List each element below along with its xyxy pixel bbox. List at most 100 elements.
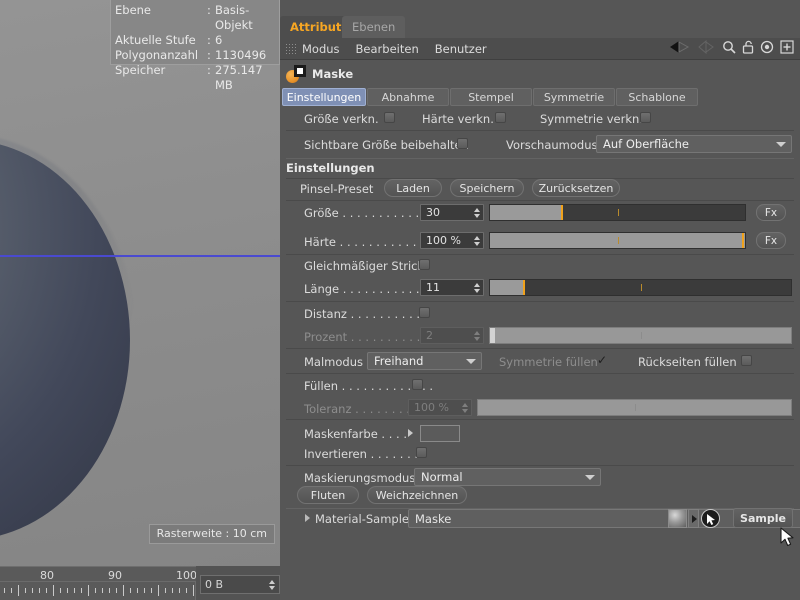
tab-einstellungen[interactable]: Einstellungen <box>282 88 366 106</box>
timeline-ruler[interactable]: 80 90 100 <box>0 566 196 600</box>
menu-benutzer[interactable]: Benutzer <box>435 42 487 56</box>
forward-arrow-icon[interactable] <box>696 39 716 57</box>
divider <box>286 200 794 201</box>
cursor-circle-icon[interactable] <box>701 509 720 528</box>
length-slider[interactable] <box>489 279 792 296</box>
tab-abnahme[interactable]: Abnahme <box>367 88 449 106</box>
size-label: Größe . . . . . . . . . . . . . <box>304 206 434 220</box>
symmetry-plane-line <box>0 255 280 257</box>
expand-arrow-icon[interactable] <box>408 429 413 437</box>
drag-grip-icon[interactable] <box>285 42 296 55</box>
menu-modus[interactable]: Modus <box>302 42 340 56</box>
preset-save-button[interactable]: Speichern <box>450 179 524 197</box>
tab-stempel[interactable]: Stempel <box>450 88 532 106</box>
fill-symmetry-checkmark-icon[interactable]: ✓ <box>597 354 607 366</box>
scene-info-overlay: Ebene : Basis-Objekt Aktuelle Stufe : 6 … <box>110 0 280 92</box>
preview-mode-label: Vorschaumodus <box>506 138 598 152</box>
divider <box>286 465 794 466</box>
info-row: Speicher : 275.147 MB <box>115 63 279 93</box>
plus-icon[interactable] <box>780 40 794 57</box>
ruler-ticks <box>0 585 196 597</box>
stepper-icon <box>473 330 480 342</box>
lock-icon[interactable] <box>742 40 754 57</box>
hardness-slider[interactable] <box>489 232 746 249</box>
length-input[interactable]: 11 <box>420 279 484 296</box>
preview-mode-dropdown[interactable]: Auf Oberfläche <box>596 135 792 153</box>
back-arrow-icon[interactable] <box>668 40 690 57</box>
panel-menu-bar: Modus Bearbeiten Benutzer <box>280 38 800 60</box>
hardness-label: Härte . . . . . . . . . . . . . <box>304 235 432 249</box>
ruler-label: 80 <box>40 569 54 582</box>
divider <box>286 158 794 159</box>
mask-mode-dropdown[interactable]: Normal <box>414 468 601 486</box>
info-sep: : <box>207 33 211 47</box>
info-key: Ebene <box>115 3 152 17</box>
blur-button[interactable]: Weichzeichnen <box>367 486 467 504</box>
preset-load-button[interactable]: Laden <box>384 179 442 197</box>
hardness-link-checkbox[interactable] <box>495 112 506 123</box>
fill-checkbox[interactable] <box>412 379 423 390</box>
material-expand-arrow-icon[interactable] <box>305 514 310 522</box>
menu-bearbeiten[interactable]: Bearbeiten <box>356 42 419 56</box>
target-icon[interactable] <box>760 40 774 57</box>
tab-schablone[interactable]: Schablone <box>616 88 698 106</box>
info-row: Polygonanzahl : 1130496 <box>115 48 279 63</box>
paint-mode-label: Malmodus <box>304 355 363 369</box>
invert-checkbox[interactable] <box>416 447 427 458</box>
keep-visible-size-checkbox[interactable] <box>457 138 468 149</box>
size-input[interactable]: 30 <box>420 204 484 221</box>
stepper-icon[interactable] <box>473 282 480 294</box>
info-value: 275.147 MB <box>215 63 263 92</box>
tab-ebenen[interactable]: Ebenen <box>342 16 406 38</box>
invert-label: Invertieren . . . . . . . <box>304 447 419 461</box>
memory-size-field[interactable]: 0 B <box>200 575 280 594</box>
attribute-manager-panel: Attribute Ebenen Modus Bearbeiten Benutz… <box>280 0 800 600</box>
info-value: 6 <box>215 33 223 47</box>
search-icon[interactable] <box>722 40 736 57</box>
mask-mode-label: Maskierungsmodus <box>304 471 416 485</box>
hardness-fx-button[interactable]: Fx <box>756 232 786 249</box>
size-link-label: Größe verkn. <box>304 112 379 126</box>
flood-button[interactable]: Fluten <box>297 486 359 504</box>
info-key: Polygonanzahl <box>115 48 199 62</box>
stepper-icon[interactable] <box>473 207 480 219</box>
percent-slider <box>489 327 792 344</box>
symmetry-link-label: Symmetrie verkn. <box>540 112 643 126</box>
info-value: 1130496 <box>215 48 267 62</box>
paint-mode-dropdown[interactable]: Freihand <box>367 352 482 370</box>
size-link-checkbox[interactable] <box>384 112 395 123</box>
mask-color-swatch[interactable] <box>420 425 460 442</box>
symmetry-link-checkbox[interactable] <box>640 112 651 123</box>
even-stroke-checkbox[interactable] <box>419 259 430 270</box>
size-slider[interactable] <box>489 204 746 221</box>
hardness-input[interactable]: 100 % <box>420 232 484 249</box>
object-header[interactable]: Maske <box>280 61 800 87</box>
stepper-icon[interactable] <box>473 235 480 247</box>
raster-size-label: Rasterweite : 10 cm <box>148 524 275 544</box>
fill-backfaces-label: Rückseiten füllen <box>638 355 737 369</box>
percent-input: 2 <box>420 327 484 344</box>
ruler-labels: 80 90 100 <box>0 569 196 583</box>
size-fx-button[interactable]: Fx <box>756 204 786 221</box>
stepper-icon[interactable] <box>268 579 275 591</box>
size-value: 30 <box>426 206 440 219</box>
menu-icon-group <box>668 39 800 57</box>
settings-section-header: Einstellungen <box>286 161 375 175</box>
divider <box>286 373 794 374</box>
material-thumbnail[interactable] <box>668 509 687 528</box>
tab-symmetrie[interactable]: Symmetrie <box>533 88 615 106</box>
sample-button[interactable]: Sample <box>733 508 793 528</box>
fill-backfaces-checkbox[interactable] <box>741 355 752 366</box>
tolerance-input: 100 % <box>408 399 472 416</box>
material-menu-arrow[interactable] <box>688 509 699 528</box>
preview-mode-value: Auf Oberfläche <box>603 137 689 151</box>
distance-checkbox[interactable] <box>419 307 430 318</box>
tolerance-label: Toleranz . . . . . . . . . <box>304 402 418 416</box>
ruler-label: 100 <box>176 569 196 582</box>
chevron-down-icon <box>466 359 476 364</box>
keep-visible-size-label: Sichtbare Größe beibehalten <box>304 138 469 152</box>
preset-reset-button[interactable]: Zurücksetzen <box>532 179 620 197</box>
info-sep: : <box>207 3 211 17</box>
stepper-icon <box>461 402 468 414</box>
material-sample-label: Material-Sample <box>315 512 409 526</box>
